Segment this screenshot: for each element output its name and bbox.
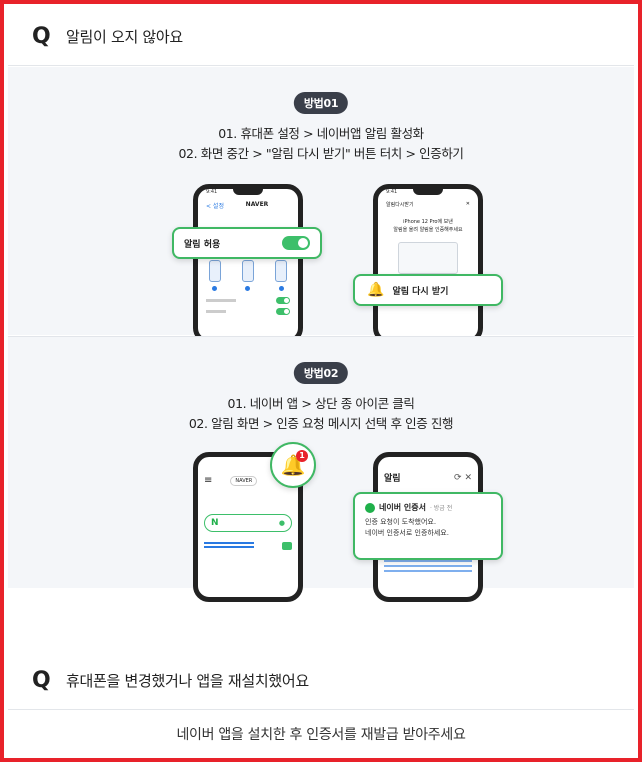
- method-step-1: 01. 네이버 앱 > 상단 종 아이콘 클릭: [227, 396, 415, 411]
- faq-question-1[interactable]: Q 알림이 오지 않아요: [8, 8, 634, 66]
- method-step-2: 02. 화면 중간 > "알림 다시 받기" 버튼 터치 > 인증하기: [178, 146, 464, 161]
- faq-question-text: 알림이 오지 않아요: [66, 28, 183, 46]
- phone-settings-mockup: 9:41 < 설정 NAVER: [193, 184, 303, 344]
- method-badge: 방법01: [293, 92, 349, 114]
- method-step-2: 02. 알림 화면 > 인증 요청 메시지 선택 후 인증 진행: [188, 416, 454, 431]
- faq-question-text: 휴대폰을 변경했거나 앱을 재설치했어요: [66, 672, 309, 690]
- notification-style-icons: [198, 260, 298, 282]
- notification-allow-card: 알림 허용: [172, 227, 322, 259]
- auth-request-card: 네이버 인증서 · 방금 전 인증 요청이 도착했어요. 네이버 인증서로 인증…: [353, 492, 503, 560]
- bell-icon: 🔔: [367, 282, 385, 298]
- search-bar-mockup: N ●: [204, 514, 292, 532]
- method-badge: 방법02: [293, 362, 349, 384]
- faq-frame: Q 알림이 오지 않아요 방법01 01. 휴대폰 설정 > 네이버앱 알림 활…: [0, 0, 642, 762]
- faq-question-2[interactable]: Q 휴대폰을 변경했거나 앱을 재설치했어요: [8, 652, 634, 710]
- refresh-icon: ⟳: [454, 472, 462, 483]
- naver-cert-icon: [365, 502, 375, 513]
- notification-count-badge: 1: [296, 450, 308, 462]
- toggle-on-icon: [282, 236, 310, 250]
- faq-answer-2: 네이버 앱을 설치한 후 인증서를 재발급 받아주세요: [176, 727, 466, 743]
- q-icon: Q: [32, 668, 51, 693]
- q-icon: Q: [32, 24, 51, 49]
- menu-icon: ≡: [204, 475, 213, 486]
- toggle-icon: [276, 297, 290, 304]
- illustration-box: [398, 242, 458, 274]
- close-icon: ✕: [465, 201, 470, 207]
- mic-icon: ●: [278, 519, 285, 527]
- renotify-button-card: 🔔 알림 다시 받기: [353, 274, 503, 306]
- phone-reauth-mockup: 9:41 알림다시받기 ✕ iPhone 12 Pro에 보낸 알림을 울려 알…: [373, 184, 483, 344]
- method-1-panel: 방법01 01. 휴대폰 설정 > 네이버앱 알림 활성화 02. 화면 중간 …: [8, 67, 634, 344]
- bell-icon-highlight: 🔔 1: [270, 442, 316, 488]
- method-step-1: 01. 휴대폰 설정 > 네이버앱 알림 활성화: [218, 126, 424, 141]
- toggle-icon: [276, 308, 290, 315]
- close-icon: ✕: [464, 472, 472, 483]
- method-2-panel: 방법02 01. 네이버 앱 > 상단 종 아이콘 클릭 02. 알림 화면 >…: [8, 336, 634, 602]
